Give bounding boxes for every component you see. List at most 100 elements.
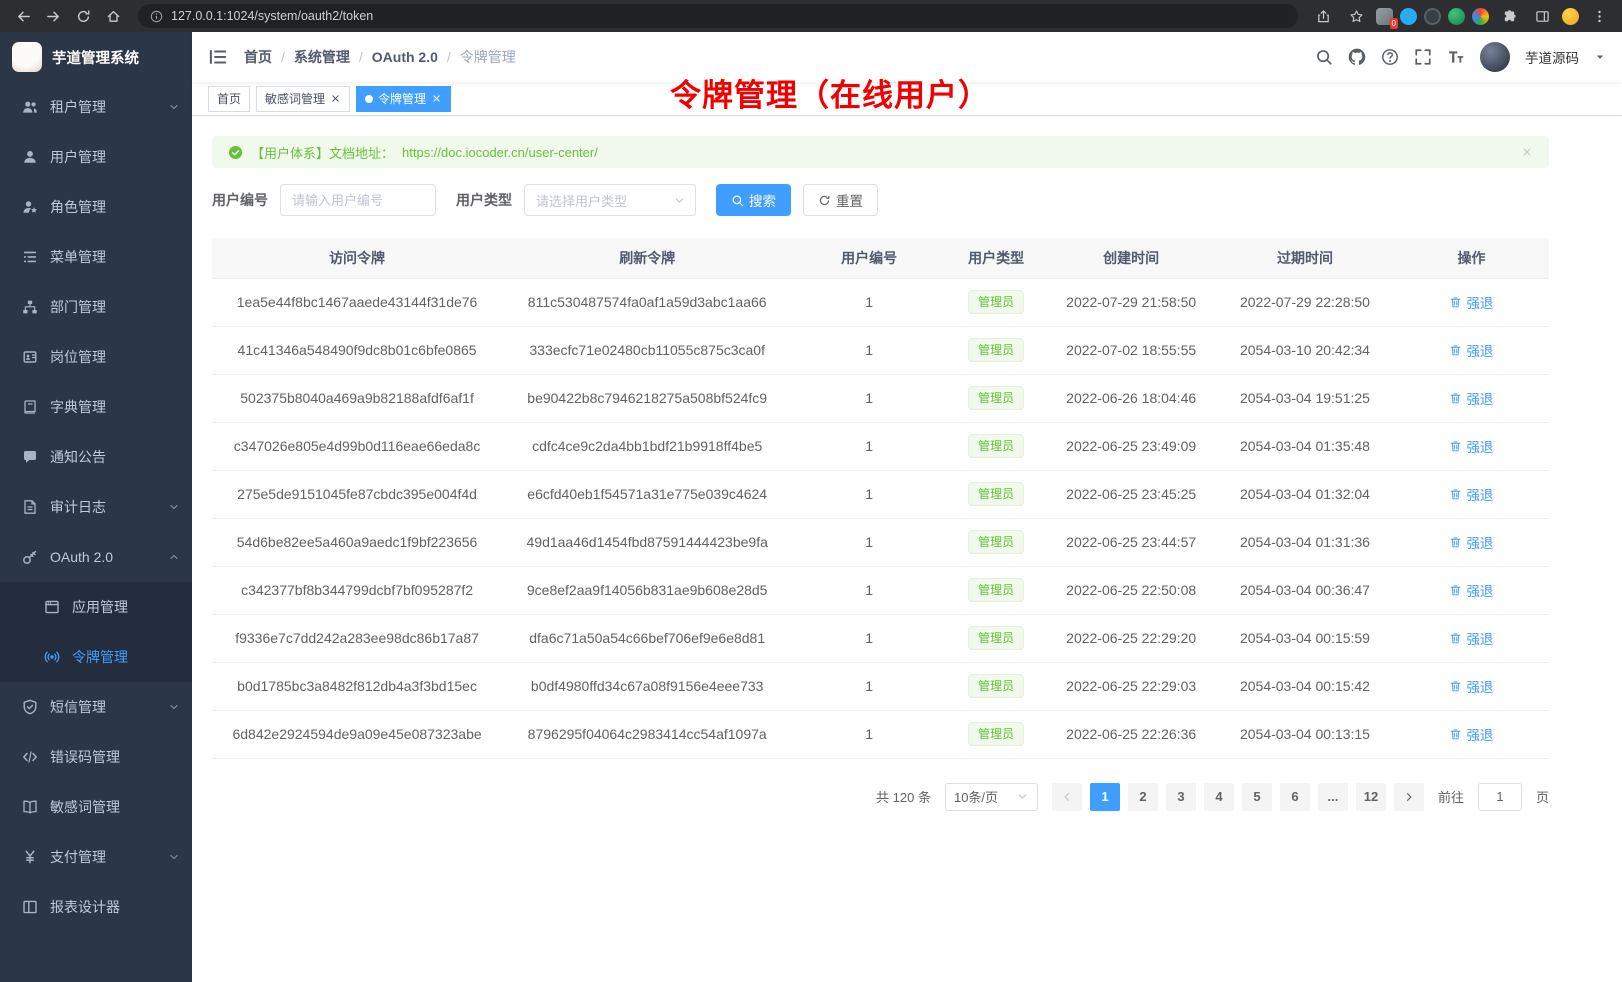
help-icon[interactable] — [1381, 48, 1399, 66]
sidebar-item-1[interactable]: 用户管理 — [0, 132, 192, 182]
sidebar-item-16[interactable]: 报表设计器 — [0, 882, 192, 932]
site-info-icon[interactable] — [150, 10, 163, 23]
extension-icon-1[interactable]: 0 — [1376, 8, 1393, 25]
page-button-2[interactable]: 2 — [1128, 783, 1158, 811]
tab-label: 首页 — [217, 90, 241, 107]
close-icon[interactable] — [431, 93, 442, 104]
share-icon[interactable] — [1310, 4, 1336, 28]
force-logout-button[interactable]: 强退 — [1449, 388, 1493, 408]
page-button-5[interactable]: 5 — [1242, 783, 1272, 811]
force-logout-button[interactable]: 强退 — [1449, 340, 1493, 360]
table-row: c347026e805e4d99b0d116eae66eda8c cdfc4ce… — [212, 422, 1549, 470]
user-type-select[interactable]: 请选择用户类型 — [524, 184, 696, 216]
close-icon[interactable] — [330, 93, 341, 104]
sidebar-item-9[interactable]: OAuth 2.0 — [0, 532, 192, 582]
cell-actions: 强退 — [1394, 662, 1549, 710]
page-button-3[interactable]: 3 — [1166, 783, 1196, 811]
page-size-select[interactable]: 10条/页 — [945, 783, 1038, 811]
page-button-6[interactable]: 6 — [1280, 783, 1310, 811]
sidebar-item-6[interactable]: 字典管理 — [0, 382, 192, 432]
force-logout-button[interactable]: 强退 — [1449, 292, 1493, 312]
sidebar-item-11[interactable]: 令牌管理 — [0, 632, 192, 682]
url-bar[interactable]: 127.0.0.1:1024/system/oauth2/token — [138, 4, 1298, 28]
sidebar-item-label: 报表设计器 — [50, 897, 120, 917]
search-button[interactable]: 搜索 — [716, 184, 791, 216]
cell-expire-time: 2054-03-04 01:32:04 — [1216, 470, 1394, 518]
force-logout-button[interactable]: 强退 — [1449, 676, 1493, 696]
next-page-button[interactable] — [1394, 783, 1424, 811]
extension-icon-2[interactable] — [1400, 8, 1417, 25]
sidebar-item-8[interactable]: 审计日志 — [0, 482, 192, 532]
force-logout-label: 强退 — [1466, 436, 1493, 456]
tab-2[interactable]: 令牌管理 — [356, 86, 451, 112]
force-logout-button[interactable]: 强退 — [1449, 436, 1493, 456]
tenant-icon — [22, 99, 38, 115]
cell-actions: 强退 — [1394, 422, 1549, 470]
forward-icon[interactable] — [40, 4, 66, 28]
annotation-text: 令牌管理（在线用户） — [670, 70, 990, 115]
cell-create-time: 2022-06-25 23:49:09 — [1046, 422, 1216, 470]
force-logout-button[interactable]: 强退 — [1449, 484, 1493, 504]
reset-button[interactable]: 重置 — [803, 184, 878, 216]
sidebar-item-13[interactable]: 错误码管理 — [0, 732, 192, 782]
alert-close-icon[interactable] — [1521, 146, 1533, 158]
sidebar-item-15[interactable]: 支付管理 — [0, 832, 192, 882]
breadcrumb-item-2[interactable]: OAuth 2.0 — [372, 49, 438, 65]
force-logout-button[interactable]: 强退 — [1449, 532, 1493, 552]
doc-link[interactable]: https://doc.iocoder.cn/user-center/ — [402, 145, 598, 160]
breadcrumb-item-0[interactable]: 首页 — [244, 47, 272, 67]
breadcrumb-item-1[interactable]: 系统管理 — [294, 47, 350, 67]
back-icon[interactable] — [10, 4, 36, 28]
sidebar-item-4[interactable]: 部门管理 — [0, 282, 192, 332]
cell-create-time: 2022-06-25 22:29:03 — [1046, 662, 1216, 710]
font-size-icon[interactable] — [1447, 48, 1465, 66]
user-type-badge: 管理员 — [968, 626, 1024, 650]
force-logout-button[interactable]: 强退 — [1449, 580, 1493, 600]
cell-create-time: 2022-07-02 18:55:55 — [1046, 326, 1216, 374]
cell-actions: 强退 — [1394, 614, 1549, 662]
page-button-1[interactable]: 1 — [1090, 783, 1120, 811]
audit-icon — [22, 499, 38, 515]
sidebar-item-3[interactable]: 菜单管理 — [0, 232, 192, 282]
bookmark-star-icon[interactable] — [1343, 4, 1369, 28]
tab-0[interactable]: 首页 — [208, 86, 250, 112]
extension-icon-3[interactable] — [1424, 8, 1441, 25]
user-type-badge: 管理员 — [968, 578, 1024, 602]
force-logout-button[interactable]: 强退 — [1449, 628, 1493, 648]
browser-profile-avatar[interactable] — [1562, 8, 1579, 25]
prev-page-button[interactable] — [1052, 783, 1082, 811]
chevron-down-icon — [168, 851, 180, 863]
github-icon[interactable] — [1348, 48, 1366, 66]
user-avatar[interactable] — [1480, 42, 1510, 72]
breadcrumb-item-3: 令牌管理 — [460, 47, 516, 67]
caret-down-icon[interactable] — [1594, 51, 1606, 63]
sidebar-item-12[interactable]: 短信管理 — [0, 682, 192, 732]
reload-icon[interactable] — [70, 4, 96, 28]
sidebar-item-0[interactable]: 租户管理 — [0, 82, 192, 132]
extensions-puzzle-icon[interactable] — [1496, 4, 1522, 28]
username[interactable]: 芋道源码 — [1525, 47, 1579, 67]
page-button-4[interactable]: 4 — [1204, 783, 1234, 811]
sidebar-item-14[interactable]: 敏感词管理 — [0, 782, 192, 832]
goto-page-input[interactable] — [1478, 783, 1522, 811]
more-pages-button[interactable]: ... — [1318, 783, 1348, 811]
sidebar-item-2[interactable]: 角色管理 — [0, 182, 192, 232]
token-icon — [44, 649, 60, 665]
fullscreen-icon[interactable] — [1414, 48, 1432, 66]
delete-icon — [1449, 728, 1462, 741]
browser-menu-icon[interactable] — [1586, 4, 1612, 28]
force-logout-button[interactable]: 强退 — [1449, 724, 1493, 744]
sidebar-item-7[interactable]: 通知公告 — [0, 432, 192, 482]
extension-icon-5[interactable] — [1472, 8, 1489, 25]
search-icon[interactable] — [1315, 48, 1333, 66]
home-icon[interactable] — [100, 4, 126, 28]
side-panel-icon[interactable] — [1529, 4, 1555, 28]
page-button-12[interactable]: 12 — [1356, 783, 1386, 811]
tab-1[interactable]: 敏感词管理 — [256, 86, 350, 112]
sidebar-item-5[interactable]: 岗位管理 — [0, 332, 192, 382]
extension-icon-4[interactable] — [1448, 8, 1465, 25]
user-id-input[interactable] — [280, 184, 436, 216]
sidebar-item-10[interactable]: 应用管理 — [0, 582, 192, 632]
hamburger-icon[interactable] — [208, 47, 228, 67]
cell-access-token: c342377bf8b344799dcbf7bf095287f2 — [212, 566, 502, 614]
